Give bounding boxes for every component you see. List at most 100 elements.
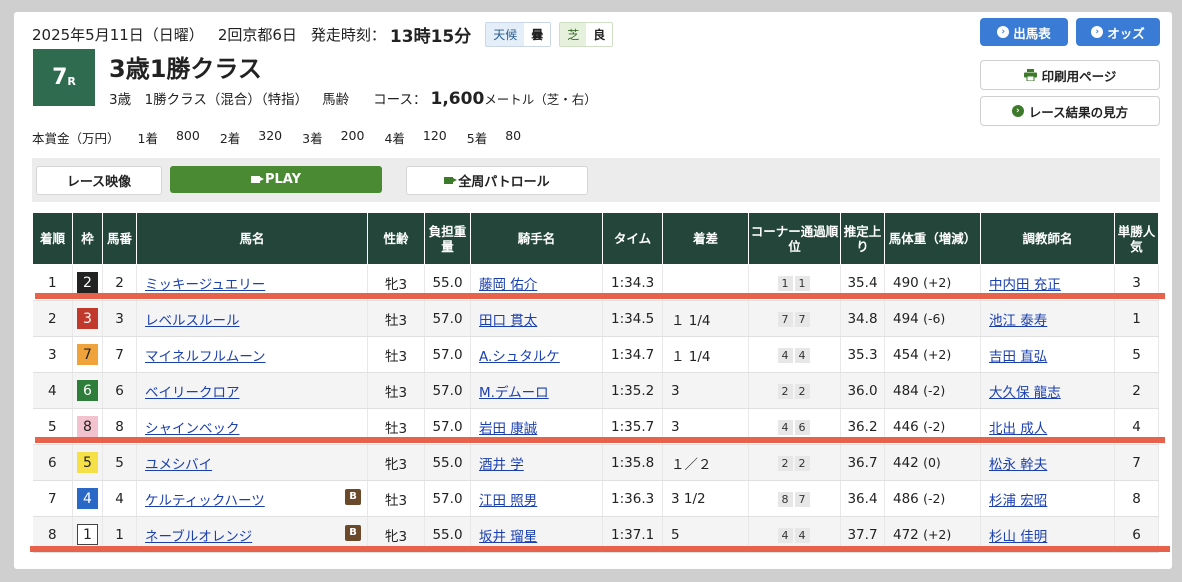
horse-cell: マイネルフルムーン xyxy=(136,336,368,373)
jockey-link[interactable]: 藤岡 佑介 xyxy=(479,277,537,293)
prize-amount: 200 xyxy=(340,128,365,143)
prize-place: 5着 xyxy=(466,131,488,146)
col-header-bodyweight: 馬体重（増減） xyxy=(884,212,981,265)
frame-number: 7 xyxy=(77,344,98,365)
odds-button[interactable]: › オッズ xyxy=(1076,18,1160,46)
trainer-link[interactable]: 大久保 龍志 xyxy=(989,385,1061,401)
prize-amount: 120 xyxy=(422,128,447,143)
horse-name-link[interactable]: ベイリークロア xyxy=(145,385,240,401)
jockey-link[interactable]: A.シュタルケ xyxy=(479,349,560,365)
weather-value: 曇 xyxy=(524,23,551,46)
trainer-link[interactable]: 北出 成人 xyxy=(989,421,1047,437)
corner-position: 2 xyxy=(794,455,810,471)
table-row: 3 7 7 マイネルフルムーン 牡3 57.0 A.シュタルケ 1:34.7 １ 1/4 4 4 35… xyxy=(32,336,1159,373)
body-weight-diff: (0) xyxy=(923,454,941,470)
place: 2 xyxy=(32,300,73,337)
jockey-link[interactable]: 酒井 学 xyxy=(479,457,524,473)
sex-age: 牡3 xyxy=(367,336,425,373)
jockey-cell: 酒井 学 xyxy=(470,444,603,481)
trainer-link[interactable]: 松永 幹夫 xyxy=(989,457,1047,473)
jockey-link[interactable]: 田口 貫太 xyxy=(479,313,537,329)
post-time: 13時15分 xyxy=(389,27,472,47)
carried-weight: 57.0 xyxy=(424,300,471,337)
trainer-link[interactable]: 吉田 直弘 xyxy=(989,349,1047,365)
race-suffix: R xyxy=(67,75,76,88)
corner-position: 6 xyxy=(794,419,810,435)
jockey-cell: 田口 貫太 xyxy=(470,300,603,337)
blinker-icon: B xyxy=(345,524,361,541)
horse-cell: ベイリークロア xyxy=(136,372,368,409)
col-header-weight: 負担重量 xyxy=(424,212,471,265)
table-row: 7 4 4 ケルティックハーツ B 牡3 57.0 江田 照男 1:36.3 3 1/2 8 7 36.… xyxy=(32,480,1159,517)
play-label: PLAY xyxy=(264,172,302,187)
trainer-link[interactable]: 池江 泰寿 xyxy=(989,313,1047,329)
margin: １／２ xyxy=(662,444,749,481)
frame-number: 4 xyxy=(77,488,98,509)
sex-age: 牡3 xyxy=(367,300,425,337)
result-guide-label: レース結果の見方 xyxy=(1028,104,1129,120)
horse-number: 5 xyxy=(102,444,137,481)
horse-name-link[interactable]: レベルスルール xyxy=(145,313,240,329)
finish-time: 1:36.3 xyxy=(602,480,663,517)
body-weight-diff: (+2) xyxy=(923,346,952,362)
jockey-link[interactable]: 岩田 康誠 xyxy=(479,421,537,437)
col-header-time: タイム xyxy=(602,212,663,265)
entries-button[interactable]: › 出馬表 xyxy=(980,18,1068,46)
horse-number: 6 xyxy=(102,372,137,409)
trainer-link[interactable]: 杉浦 宏昭 xyxy=(989,493,1047,509)
horse-name-link[interactable]: マイネルフルムーン xyxy=(145,349,266,365)
video-bar: レース映像 PLAY 全周パトロール xyxy=(32,158,1160,202)
horse-name-link[interactable]: ケルティックハーツ xyxy=(145,493,265,509)
horse-cell: ケルティックハーツ B xyxy=(136,480,368,517)
corner-position: 7 xyxy=(777,311,793,327)
horse-cell: レベルスルール xyxy=(136,300,368,337)
trainer-link[interactable]: 杉山 佳明 xyxy=(989,529,1047,545)
play-button[interactable]: PLAY xyxy=(170,166,382,193)
frame-number: 3 xyxy=(77,308,98,329)
finish-time: 1:34.5 xyxy=(602,300,663,337)
last-3f: 36.7 xyxy=(840,444,885,481)
race-conditions: 3歳 1勝クラス（混合）（特指） 馬齢 コース： 1,600 メートル（芝・右） xyxy=(109,88,597,109)
place: 7 xyxy=(32,480,73,517)
table-row: 4 6 6 ベイリークロア 牡3 57.0 M.デムーロ 1:35.2 3 2 2 36.0 484 (… xyxy=(32,372,1159,409)
last-3f: 34.8 xyxy=(840,300,885,337)
frame-cell: 7 xyxy=(72,336,103,373)
trainer-link[interactable]: 中内田 充正 xyxy=(989,277,1061,293)
frame-cell: 4 xyxy=(72,480,103,517)
table-row: 6 5 5 ユメシバイ 牝3 55.0 酒井 学 1:35.8 １／２ 2 2 36.7 442 (0)… xyxy=(32,444,1159,481)
corner-position: 2 xyxy=(777,383,793,399)
jockey-link[interactable]: 江田 照男 xyxy=(479,493,537,509)
carried-weight: 57.0 xyxy=(424,336,471,373)
jockey-link[interactable]: 坂井 瑠星 xyxy=(479,529,537,545)
race-video-label: レース映像 xyxy=(36,166,162,195)
race-result-card: 2025年5月11日（日曜） 2回京都6日 発走時刻： 13時15分 天候 曇 … xyxy=(14,12,1172,569)
body-weight-value: 486 xyxy=(893,490,919,507)
horse-name-link[interactable]: ミッキージュエリー xyxy=(145,277,265,293)
jockey-link[interactable]: M.デムーロ xyxy=(479,385,549,401)
body-weight-diff: (-6) xyxy=(923,310,946,326)
arrow-right-icon: › xyxy=(997,26,1010,38)
post-time-label: 発走時刻： xyxy=(310,26,386,44)
horse-name-link[interactable]: ネーブルオレンジ xyxy=(145,529,252,545)
corner-position: 4 xyxy=(777,347,793,363)
annotation-strike xyxy=(35,293,1165,299)
horse-name-link[interactable]: ユメシバイ xyxy=(145,457,212,473)
odds-label: オッズ xyxy=(1107,25,1145,41)
result-guide-button[interactable]: › レース結果の見方 xyxy=(980,96,1160,126)
arrow-right-icon: › xyxy=(1011,105,1024,117)
race-class: 3歳 1勝クラス（混合）（特指） xyxy=(109,92,309,108)
trainer-cell: 大久保 龍志 xyxy=(980,372,1115,409)
last-3f: 35.3 xyxy=(840,336,885,373)
place: 4 xyxy=(32,372,73,409)
win-popularity: 2 xyxy=(1114,372,1159,409)
horse-name-link[interactable]: シャインベック xyxy=(145,421,240,437)
carried-weight: 55.0 xyxy=(424,444,471,481)
body-weight: 486 (-2) xyxy=(884,480,981,517)
trainer-cell: 吉田 直弘 xyxy=(980,336,1115,373)
body-weight-value: 446 xyxy=(893,418,919,435)
body-weight-diff: (-2) xyxy=(923,418,946,434)
patrol-button[interactable]: 全周パトロール xyxy=(406,166,588,195)
col-header-jockey: 騎手名 xyxy=(470,212,603,265)
prize-money: 本賞金（万円） 1着 800 2着 320 3着 200 4着 120 5着 80 xyxy=(32,128,541,147)
print-page-button[interactable]: 印刷用ページ xyxy=(980,60,1160,90)
